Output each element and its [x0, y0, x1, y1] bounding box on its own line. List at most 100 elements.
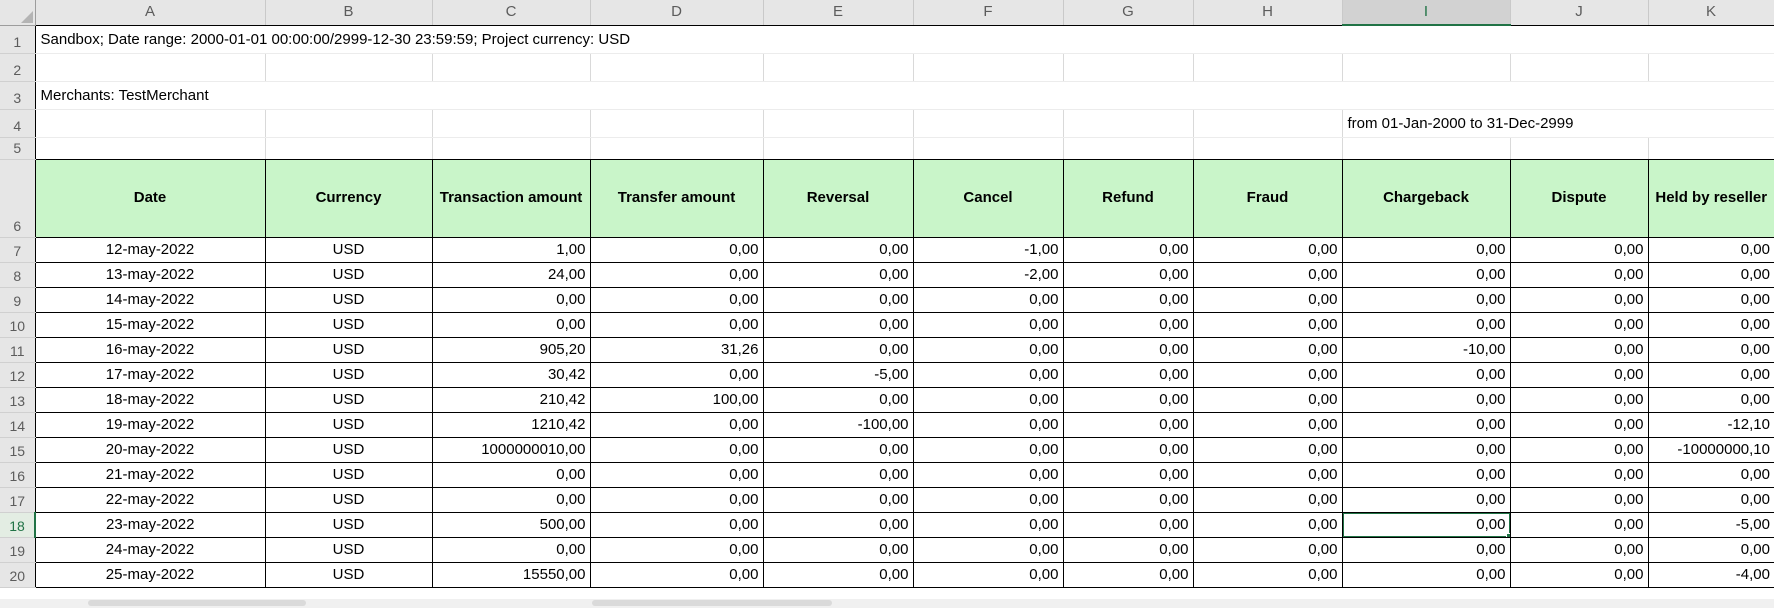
cell-H20[interactable]: 0,00 — [1193, 562, 1342, 587]
cell-H18[interactable]: 0,00 — [1193, 512, 1342, 537]
cell-A10[interactable]: 15-may-2022 — [35, 312, 265, 337]
cell-B19[interactable]: USD — [265, 537, 432, 562]
cell-G8[interactable]: 0,00 — [1063, 262, 1193, 287]
cell-D7[interactable]: 0,00 — [590, 237, 763, 262]
row-header-7[interactable]: 7 — [0, 237, 35, 262]
cell-E10[interactable]: 0,00 — [763, 312, 913, 337]
row-header-20[interactable]: 20 — [0, 562, 35, 587]
cell-F13[interactable]: 0,00 — [913, 387, 1063, 412]
cell-G13[interactable]: 0,00 — [1063, 387, 1193, 412]
cell-G12[interactable]: 0,00 — [1063, 362, 1193, 387]
cell-B16[interactable]: USD — [265, 462, 432, 487]
cell-C5[interactable] — [432, 137, 590, 159]
cell-H19[interactable]: 0,00 — [1193, 537, 1342, 562]
cell-J17[interactable]: 0,00 — [1510, 487, 1648, 512]
cell-C8[interactable]: 24,00 — [432, 262, 590, 287]
cell-C11[interactable]: 905,20 — [432, 337, 590, 362]
cell-H8[interactable]: 0,00 — [1193, 262, 1342, 287]
row-header-5[interactable]: 5 — [0, 137, 35, 159]
cell-B12[interactable]: USD — [265, 362, 432, 387]
cell-F2[interactable] — [913, 53, 1063, 81]
cell-H2[interactable] — [1193, 53, 1342, 81]
cell-K2[interactable] — [1648, 53, 1774, 81]
cell-K9[interactable]: 0,00 — [1648, 287, 1774, 312]
cell-A5[interactable] — [35, 137, 265, 159]
row-header-16[interactable]: 16 — [0, 462, 35, 487]
cell-K17[interactable]: 0,00 — [1648, 487, 1774, 512]
cell-F8[interactable]: -2,00 — [913, 262, 1063, 287]
cell-H15[interactable]: 0,00 — [1193, 437, 1342, 462]
cell-D8[interactable]: 0,00 — [590, 262, 763, 287]
cell-I16[interactable]: 0,00 — [1342, 462, 1510, 487]
cell-K8[interactable]: 0,00 — [1648, 262, 1774, 287]
cell-H13[interactable]: 0,00 — [1193, 387, 1342, 412]
row-header-3[interactable]: 3 — [0, 81, 35, 109]
cell-E13[interactable]: 0,00 — [763, 387, 913, 412]
cell-D17[interactable]: 0,00 — [590, 487, 763, 512]
cell-E17[interactable]: 0,00 — [763, 487, 913, 512]
cell-I10[interactable]: 0,00 — [1342, 312, 1510, 337]
cell-C17[interactable]: 0,00 — [432, 487, 590, 512]
row-header-19[interactable]: 19 — [0, 537, 35, 562]
cell-A20[interactable]: 25-may-2022 — [35, 562, 265, 587]
cell-G11[interactable]: 0,00 — [1063, 337, 1193, 362]
cell-H7[interactable]: 0,00 — [1193, 237, 1342, 262]
cell-B11[interactable]: USD — [265, 337, 432, 362]
cell-J19[interactable]: 0,00 — [1510, 537, 1648, 562]
cell-I8[interactable]: 0,00 — [1342, 262, 1510, 287]
cell-G17[interactable]: 0,00 — [1063, 487, 1193, 512]
column-header-H[interactable]: H — [1193, 0, 1342, 25]
cell-I12[interactable]: 0,00 — [1342, 362, 1510, 387]
cell-H4[interactable] — [1193, 109, 1342, 137]
cell-A8[interactable]: 13-may-2022 — [35, 262, 265, 287]
cell-G18[interactable]: 0,00 — [1063, 512, 1193, 537]
cell-I9[interactable]: 0,00 — [1342, 287, 1510, 312]
cell-J8[interactable]: 0,00 — [1510, 262, 1648, 287]
row-header-9[interactable]: 9 — [0, 287, 35, 312]
cell-C20[interactable]: 15550,00 — [432, 562, 590, 587]
cell-C2[interactable] — [432, 53, 590, 81]
row-header-10[interactable]: 10 — [0, 312, 35, 337]
cell-E9[interactable]: 0,00 — [763, 287, 913, 312]
cell-D11[interactable]: 31,26 — [590, 337, 763, 362]
row-header-6[interactable]: 6 — [0, 159, 35, 237]
cell-K11[interactable]: 0,00 — [1648, 337, 1774, 362]
cell-B13[interactable]: USD — [265, 387, 432, 412]
cell-G7[interactable]: 0,00 — [1063, 237, 1193, 262]
cell-B7[interactable]: USD — [265, 237, 432, 262]
cell-D15[interactable]: 0,00 — [590, 437, 763, 462]
cell-B2[interactable] — [265, 53, 432, 81]
cell-F7[interactable]: -1,00 — [913, 237, 1063, 262]
cell-H12[interactable]: 0,00 — [1193, 362, 1342, 387]
cell-B9[interactable]: USD — [265, 287, 432, 312]
cell-H16[interactable]: 0,00 — [1193, 462, 1342, 487]
cell-G15[interactable]: 0,00 — [1063, 437, 1193, 462]
column-header-B[interactable]: B — [265, 0, 432, 25]
cell-K13[interactable]: 0,00 — [1648, 387, 1774, 412]
fill-handle[interactable] — [1506, 533, 1511, 538]
cell-B14[interactable]: USD — [265, 412, 432, 437]
cell-D4[interactable] — [590, 109, 763, 137]
cell-D18[interactable]: 0,00 — [590, 512, 763, 537]
cell-I7[interactable]: 0,00 — [1342, 237, 1510, 262]
cell-K15[interactable]: -10000000,10 — [1648, 437, 1774, 462]
cell-F18[interactable]: 0,00 — [913, 512, 1063, 537]
cell-I13[interactable]: 0,00 — [1342, 387, 1510, 412]
column-header-I[interactable]: I — [1342, 0, 1510, 25]
cell-G9[interactable]: 0,00 — [1063, 287, 1193, 312]
cell-J10[interactable]: 0,00 — [1510, 312, 1648, 337]
cell-G14[interactable]: 0,00 — [1063, 412, 1193, 437]
cell-D13[interactable]: 100,00 — [590, 387, 763, 412]
cell-B10[interactable]: USD — [265, 312, 432, 337]
row-header-18[interactable]: 18 — [0, 512, 35, 537]
cell-H9[interactable]: 0,00 — [1193, 287, 1342, 312]
column-header-F[interactable]: F — [913, 0, 1063, 25]
cell-E19[interactable]: 0,00 — [763, 537, 913, 562]
cell-G20[interactable]: 0,00 — [1063, 562, 1193, 587]
cell-A12[interactable]: 17-may-2022 — [35, 362, 265, 387]
cell-K20[interactable]: -4,00 — [1648, 562, 1774, 587]
cell-I19[interactable]: 0,00 — [1342, 537, 1510, 562]
cell-F15[interactable]: 0,00 — [913, 437, 1063, 462]
cell-C4[interactable] — [432, 109, 590, 137]
cell-K5[interactable] — [1648, 137, 1774, 159]
